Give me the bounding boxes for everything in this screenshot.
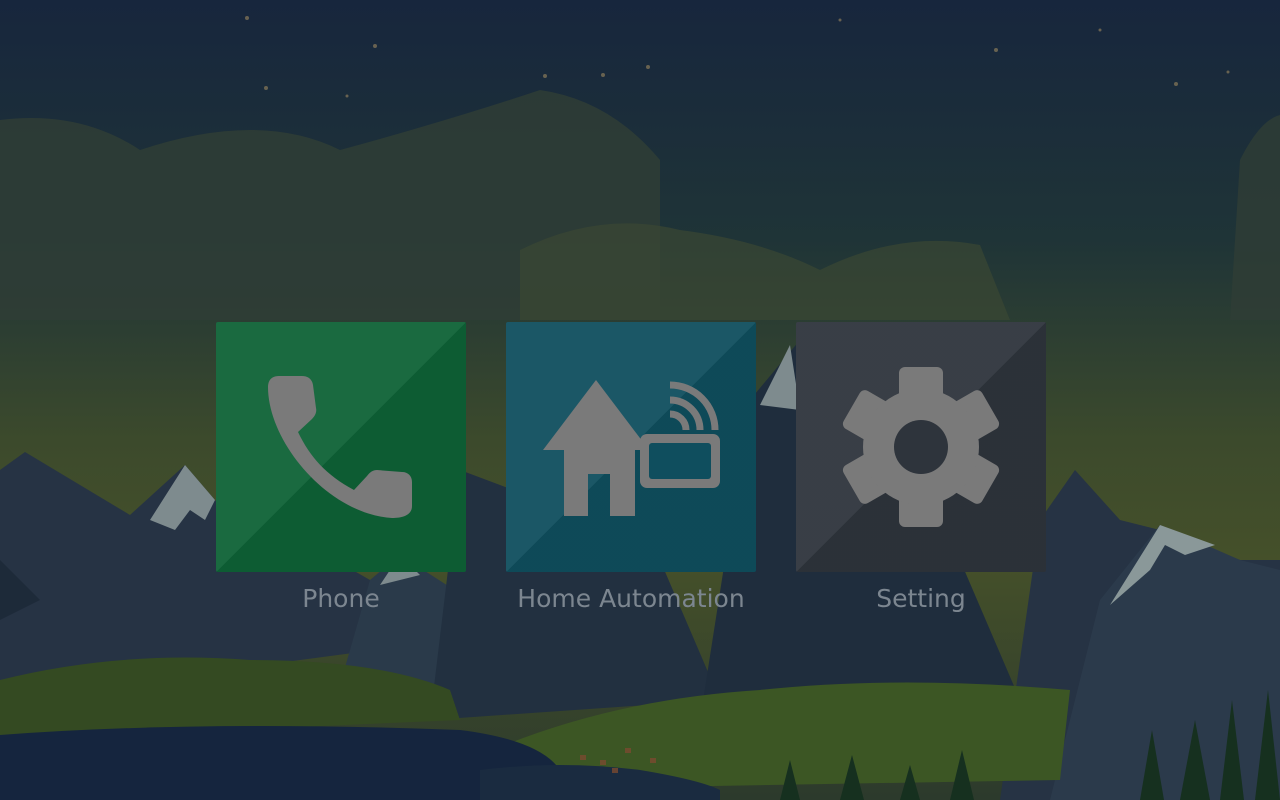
app-tiles: Phone Home Automation Setting xyxy=(0,322,1280,622)
home-automation-tile[interactable] xyxy=(506,322,756,572)
gear-icon xyxy=(842,367,1000,527)
home-automation-icon xyxy=(543,380,720,516)
home-screen: Phone Home Automation Setting xyxy=(0,0,1280,800)
app-setting[interactable]: Setting xyxy=(796,322,1046,613)
phone-icon xyxy=(268,376,412,518)
app-home-automation[interactable]: Home Automation xyxy=(506,322,756,613)
app-phone[interactable]: Phone xyxy=(216,322,466,613)
setting-tile[interactable] xyxy=(796,322,1046,572)
app-label-setting: Setting xyxy=(876,584,966,613)
phone-tile[interactable] xyxy=(216,322,466,572)
